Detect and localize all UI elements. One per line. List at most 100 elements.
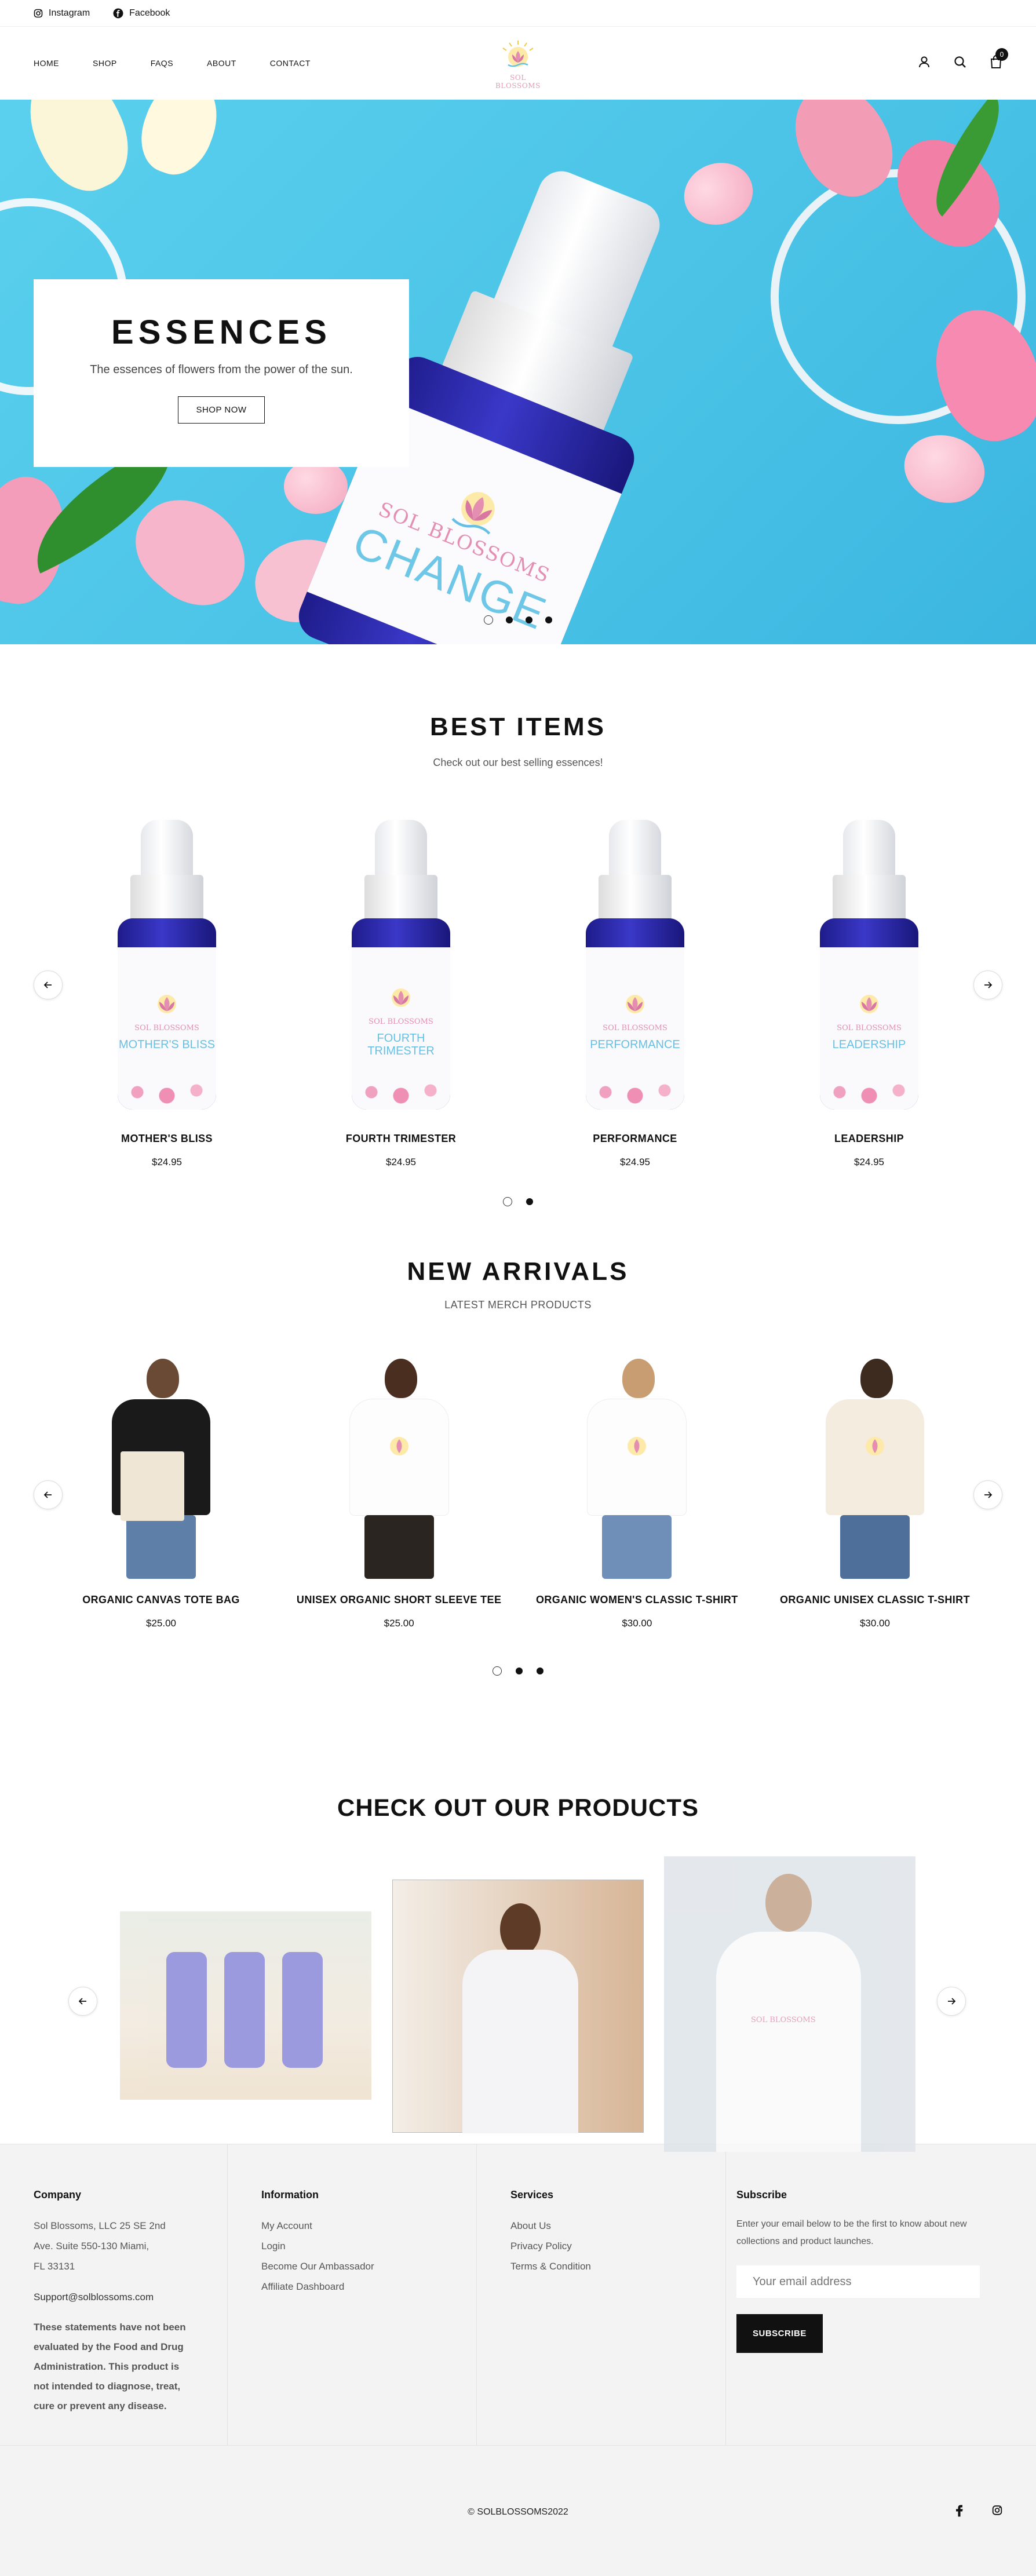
product-title[interactable]: ORGANIC CANVAS TOTE BAG [45,1594,277,1606]
new-arrivals-subtitle: LATEST MERCH PRODUCTS [444,1299,592,1311]
instagram-link[interactable]: Instagram [34,8,90,19]
footer-columns: Company Sol Blossoms, LLC 25 SE 2nd Ave.… [0,2144,1036,2445]
best-dot-1[interactable] [503,1197,512,1206]
shop-now-button[interactable]: SHOP NOW [178,396,265,424]
best-items-title: BEST ITEMS [429,713,607,741]
featured-hoodie-man-image[interactable]: SOL BLOSSOMS [664,1856,915,2152]
product-price: $24.95 [386,1156,416,1167]
bottle-label-text: PERFORMANCE [590,1038,680,1051]
best-prev-button[interactable] [34,970,63,999]
lotus-logo-icon [865,1437,884,1455]
facebook-link[interactable]: Facebook [113,8,170,19]
product-card[interactable]: SOL BLOSSOMS FOURTH TRIMESTER FOURTH TRI… [297,820,505,1168]
product-title[interactable]: PERFORMANCE [531,1133,739,1145]
hero-dot-1[interactable] [484,615,493,625]
featured-prev-button[interactable] [68,1987,97,2016]
womens-tshirt-model-image [556,1353,718,1579]
instagram-label: Instagram [49,8,90,18]
footer-information: Information My Account Login Become Our … [228,2144,477,2445]
subscribe-email-input[interactable] [736,2265,980,2298]
lotus-logo-icon [392,988,410,1007]
copyright-text: © SOLBLOSSOMS2022 [468,2506,568,2517]
footer-link-my-account[interactable]: My Account [261,2216,443,2236]
footer-facebook-link[interactable] [956,2505,963,2519]
new-arrivals-title: NEW ARRIVALS [407,1257,629,1286]
footer-company: Company Sol Blossoms, LLC 25 SE 2nd Ave.… [0,2144,228,2445]
footer-link-terms[interactable]: Terms & Condition [510,2256,692,2276]
new-arrivals-list: ORGANIC CANVAS TOTE BAG $25.00 UNISEX OR… [34,1353,1002,1629]
hoodie-brand-text: SOL BLOSSOMS [751,2016,816,2024]
product-price: $24.95 [854,1156,884,1167]
cart-button[interactable]: 0 [990,48,1008,72]
lotus-logo-icon [626,994,644,1013]
subscribe-button[interactable]: SUBSCRIBE [736,2314,823,2353]
footer-link-login[interactable]: Login [261,2236,443,2256]
product-title[interactable]: ORGANIC WOMEN'S CLASSIC T-SHIRT [521,1594,753,1606]
product-bottle-image: SOL BLOSSOMS LEADERSHIP [820,820,918,1110]
arrivals-dot-3[interactable] [537,1668,543,1674]
instagram-icon [34,9,43,17]
arrivals-dot-1[interactable] [493,1666,502,1676]
featured-carousel: SOL BLOSSOMS [0,1856,1036,2152]
nav-contact[interactable]: CONTACT [270,59,311,68]
nav-shop[interactable]: SHOP [93,59,117,68]
arrivals-next-button[interactable] [973,1480,1002,1509]
unisex-tshirt-model-image [794,1353,956,1579]
support-email-link[interactable]: Support@solblossoms.com [34,2287,194,2307]
featured-hoodie-woman-image[interactable] [392,1880,644,2133]
product-card[interactable]: ORGANIC UNISEX CLASSIC T-SHIRT $30.00 [759,1353,991,1629]
product-card[interactable]: SOL BLOSSOMS PERFORMANCE PERFORMANCE $24… [531,820,739,1168]
featured-next-button[interactable] [937,1987,966,2016]
bottle-brand-text: SOL BLOSSOMS [134,1023,199,1032]
product-title[interactable]: FOURTH TRIMESTER [297,1133,505,1145]
top-bar: Instagram Facebook [0,0,1036,27]
product-title[interactable]: LEADERSHIP [765,1133,973,1145]
hero-dot-2[interactable] [506,616,513,623]
best-next-button[interactable] [973,970,1002,999]
featured-products-section: CHECK OUT OUR PRODUCTS SOL BLOSSOMS [0,1767,1036,2152]
best-dot-2[interactable] [526,1198,533,1205]
main-nav: HOME SHOP FAQS ABOUT CONTACT [34,59,311,68]
nav-faqs[interactable]: FAQS [151,59,173,68]
nav-about[interactable]: ABOUT [207,59,236,68]
user-icon [919,56,929,67]
account-button[interactable] [918,56,931,71]
product-title[interactable]: ORGANIC UNISEX CLASSIC T-SHIRT [759,1594,991,1606]
arrow-left-icon [43,981,52,988]
hero-subtitle: The essences of flowers from the power o… [90,363,353,376]
hero-card: ESSENCES The essences of flowers from th… [34,279,409,467]
sun-lotus-logo-icon [502,41,534,67]
nav-home[interactable]: HOME [34,59,59,68]
arrow-right-icon [984,981,993,988]
featured-bottles-image[interactable] [120,1911,371,2100]
hero-dot-3[interactable] [526,616,532,623]
new-arrivals-section: NEW ARRIVALS LATEST MERCH PRODUCTS ORGAN… [0,1257,1036,1767]
footer-link-about-us[interactable]: About Us [510,2216,692,2236]
product-price: $25.00 [146,1618,176,1629]
product-price: $25.00 [384,1618,414,1629]
product-price: $30.00 [859,1618,890,1629]
footer-link-ambassador[interactable]: Become Our Ambassador [261,2256,443,2276]
product-title[interactable]: MOTHER'S BLISS [63,1133,271,1145]
product-card[interactable]: UNISEX ORGANIC SHORT SLEEVE TEE $25.00 [283,1353,515,1629]
product-title[interactable]: UNISEX ORGANIC SHORT SLEEVE TEE [283,1594,515,1606]
search-button[interactable] [954,56,966,71]
best-items-carousel: SOL BLOSSOMS MOTHER'S BLISS MOTHER'S BLI… [0,820,1036,1168]
footer-link-affiliate[interactable]: Affiliate Dashboard [261,2276,443,2297]
arrivals-prev-button[interactable] [34,1480,63,1509]
footer-instagram-link[interactable] [992,2505,1002,2519]
product-card[interactable]: ORGANIC WOMEN'S CLASSIC T-SHIRT $30.00 [521,1353,753,1629]
short-sleeve-tee-model-image [318,1353,480,1579]
product-card[interactable]: ORGANIC CANVAS TOTE BAG $25.00 [45,1353,277,1629]
footer-link-privacy[interactable]: Privacy Policy [510,2236,692,2256]
arrivals-dot-2[interactable] [516,1668,523,1674]
footer-subscribe-title: Subscribe [736,2189,787,2201]
bottle-label-text: FOURTH TRIMESTER [367,1031,435,1057]
product-card[interactable]: SOL BLOSSOMS MOTHER'S BLISS MOTHER'S BLI… [63,820,271,1168]
featured-title: CHECK OUT OUR PRODUCTS [337,1794,699,1821]
hero-dot-4[interactable] [545,616,552,623]
site-logo[interactable]: SOL BLOSSOMS [489,39,547,90]
facebook-label: Facebook [129,8,170,18]
product-card[interactable]: SOL BLOSSOMS LEADERSHIP LEADERSHIP $24.9… [765,820,973,1168]
hero-pagination [0,615,1036,625]
